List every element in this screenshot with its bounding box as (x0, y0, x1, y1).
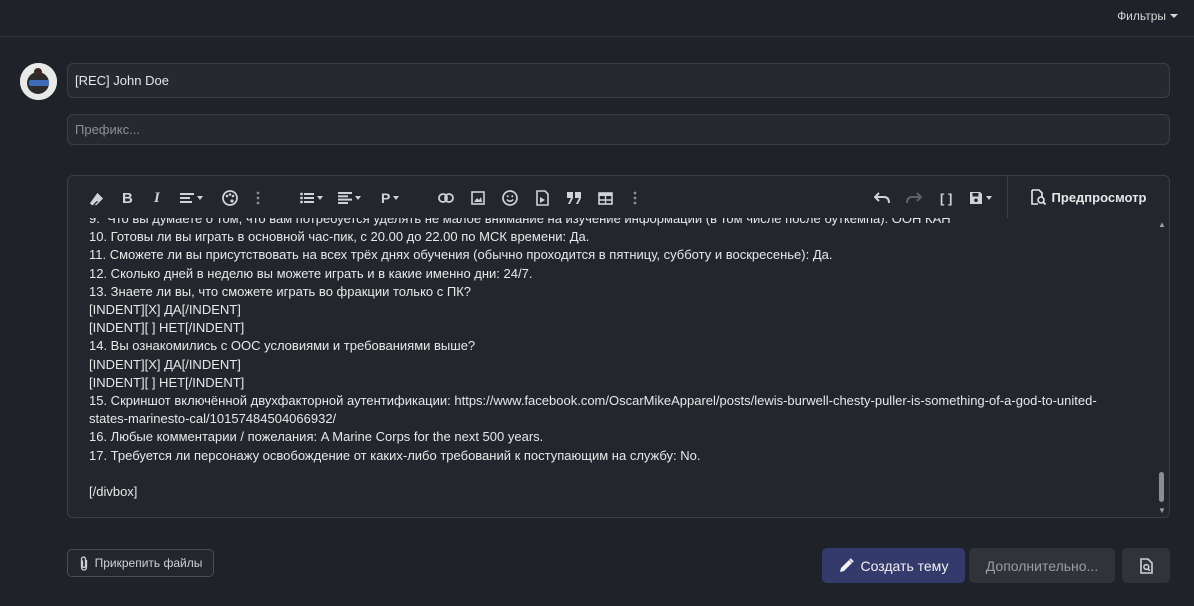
top-bar: Фильтры (0, 0, 1194, 37)
attach-files-label: Прикрепить файлы (94, 556, 203, 570)
preview-icon (1030, 189, 1046, 205)
editor-line: 15. Скриншот включённой двухфакторной ау… (89, 393, 1097, 409)
editor-line: 13. Знаете ли вы, что сможете играть во … (89, 283, 472, 299)
prefix-select[interactable]: Префикс... (67, 114, 1170, 145)
quote-icon[interactable] (567, 188, 582, 208)
undo-icon[interactable] (874, 188, 890, 208)
paperclip-icon (80, 555, 87, 571)
editor-scrollbar[interactable]: ▲ ▼ (1155, 218, 1169, 517)
align-icon[interactable] (180, 188, 203, 208)
media-icon[interactable] (536, 188, 549, 208)
scrollbar-thumb[interactable] (1159, 472, 1164, 502)
editor-line: 11. Сможете ли вы присутствовать на всех… (89, 247, 833, 263)
scroll-up-icon[interactable]: ▲ (1158, 221, 1166, 229)
paragraph-style-icon[interactable]: P (381, 188, 400, 208)
table-icon[interactable] (598, 188, 613, 208)
preview-label: Предпросмотр (1051, 189, 1147, 205)
more-options-button[interactable]: Дополнительно... (969, 548, 1115, 583)
bold-icon[interactable]: B (122, 188, 133, 208)
editor-line: [INDENT][X] ДА[/INDENT] (89, 356, 241, 372)
preview-button[interactable]: Предпросмотр (1007, 176, 1169, 218)
italic-icon[interactable]: I (154, 188, 160, 208)
editor-line: [INDENT][ ] НЕТ[/INDENT] (89, 374, 245, 390)
thread-title-value: [REC] John Doe (75, 73, 169, 88)
scroll-down-icon[interactable]: ▼ (1158, 507, 1166, 515)
filters-label: Фильтры (1117, 9, 1166, 23)
editor-line: 14. Вы ознакомились с ООС условиями и тр… (89, 338, 476, 354)
prefix-placeholder: Префикс... (75, 122, 140, 137)
link-icon[interactable] (438, 188, 454, 208)
pencil-icon (839, 558, 854, 572)
editor-line: 9. Что вы думаете о том, что вам потребу… (89, 218, 951, 226)
message-editor[interactable]: B I P [] Предпросмотр 9. Что вы думаете… (67, 175, 1170, 518)
more-options-label: Дополнительно... (985, 557, 1099, 574)
more-vertical-icon[interactable] (256, 188, 260, 208)
list-icon[interactable] (300, 188, 323, 208)
editor-line: [/divbox] (89, 484, 138, 500)
bbcode-icon[interactable]: [ ] (940, 188, 952, 208)
image-icon[interactable] (471, 188, 485, 208)
avatar[interactable] (20, 63, 57, 100)
editor-line: 17. Требуется ли персонажу освобождение … (89, 447, 701, 463)
eraser-icon[interactable] (89, 188, 104, 208)
editor-line: [INDENT][X] ДА[/INDENT] (89, 302, 241, 318)
palette-icon[interactable] (222, 188, 238, 208)
chevron-down-icon (1170, 14, 1178, 18)
editor-line: states-marinesto-cal/10157484504066932/ (89, 411, 337, 427)
file-search-icon (1139, 557, 1153, 574)
create-thread-label: Создать тему (860, 557, 949, 574)
paragraph-style-label: P (381, 190, 391, 206)
create-thread-button[interactable]: Создать тему (822, 548, 965, 583)
editor-text[interactable]: 9. Что вы думаете о том, что вам потребу… (89, 218, 1139, 501)
editor-content[interactable]: 9. Что вы думаете о том, что вам потребу… (68, 218, 1153, 517)
draft-preview-button[interactable] (1122, 548, 1170, 583)
emoji-icon[interactable] (502, 188, 518, 208)
editor-line: [INDENT][ ] НЕТ[/INDENT] (89, 320, 245, 336)
thread-title-input[interactable]: [REC] John Doe (67, 63, 1170, 98)
editor-line: 12. Сколько дней в неделю вы можете игра… (89, 265, 533, 281)
editor-line: 10. Готовы ли вы играть в основной час-п… (89, 229, 590, 245)
editor-toolbar: B I P [] Предпросмотр (68, 176, 1169, 218)
paragraph-align-icon[interactable] (338, 188, 361, 208)
filters-dropdown[interactable]: Фильтры (1117, 9, 1178, 23)
attach-files-button[interactable]: Прикрепить файлы (67, 549, 214, 577)
save-draft-icon[interactable] (969, 188, 992, 208)
redo-icon[interactable] (906, 188, 922, 208)
editor-line: 16. Любые комментарии / пожелания: A Mar… (89, 429, 544, 445)
more-vertical-icon[interactable] (633, 188, 637, 208)
